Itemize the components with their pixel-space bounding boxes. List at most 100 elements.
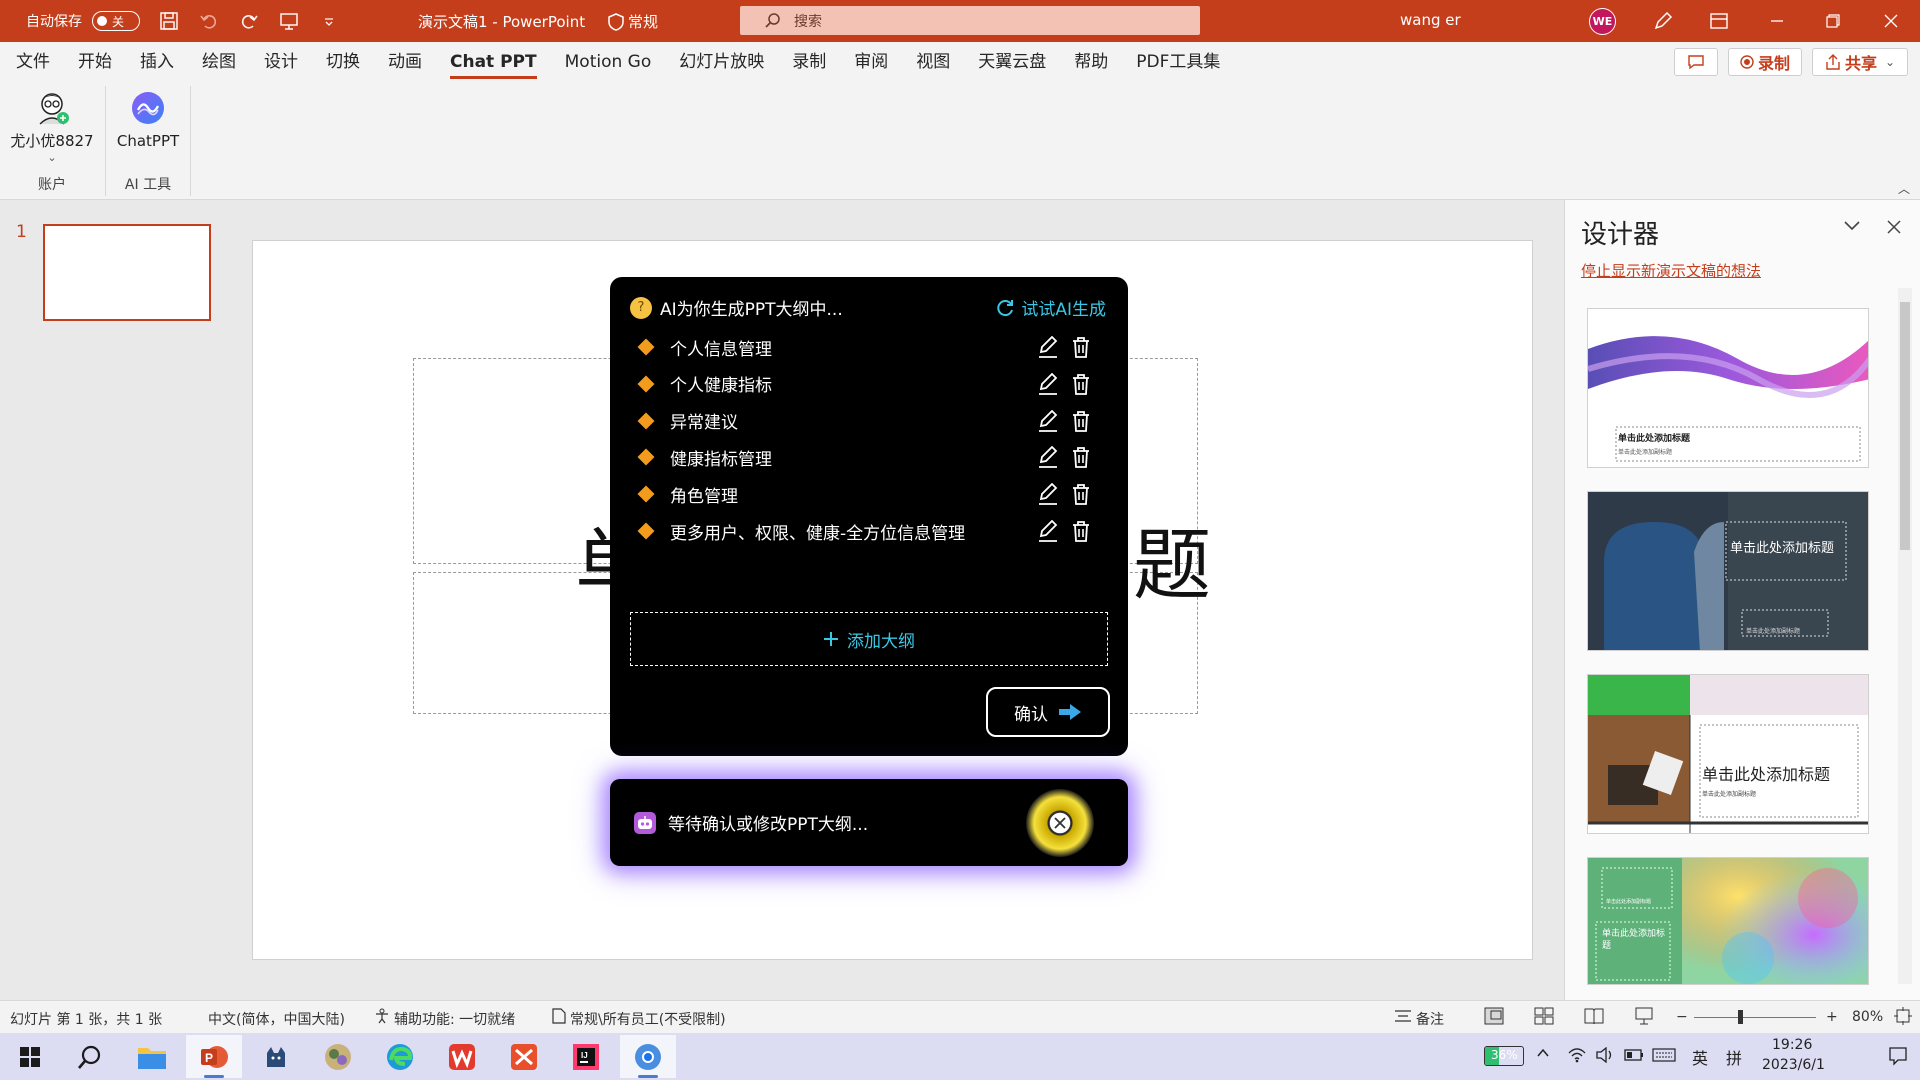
outline-item[interactable]: 更多用户、权限、健康-全方位信息管理 [637,514,1110,548]
powerpoint-taskbar-icon[interactable]: P [186,1035,242,1078]
search-icon[interactable] [62,1035,118,1078]
keyboard-icon[interactable] [1652,1048,1676,1062]
language-status[interactable]: 中文(简体，中国大陆) [208,1009,345,1029]
volume-icon[interactable] [1596,1047,1614,1063]
tab-8[interactable]: Motion Go [551,42,666,82]
ribbon-display-icon[interactable] [1708,10,1730,32]
ime-language[interactable]: 英 [1692,1045,1708,1069]
retry-ai-button[interactable]: 试试AI生成 [995,295,1106,320]
notification-icon[interactable] [1888,1046,1908,1066]
present-icon[interactable] [278,10,300,32]
search-box[interactable]: 搜索 [740,6,1200,35]
clock-date[interactable]: 2023/6/1 [1762,1057,1825,1073]
add-outline-button[interactable]: 添加大纲 [630,612,1108,666]
edit-icon[interactable] [1038,336,1058,358]
delete-icon[interactable] [1072,520,1090,542]
file-explorer-icon[interactable] [124,1035,180,1078]
stop-ideas-link[interactable]: 停止显示新演示文稿的想法 [1581,260,1761,281]
chatppt-logo-icon[interactable] [130,90,166,126]
tab-15[interactable]: PDF工具集 [1122,42,1234,82]
designer-scrollbar[interactable] [1898,288,1912,984]
chatppt-button[interactable]: ChatPPT [117,132,179,150]
xmind-icon[interactable] [496,1035,552,1078]
chevron-down-icon[interactable]: ⌄ [47,151,56,164]
customize-qat-icon[interactable] [318,10,340,32]
normal-view-icon[interactable] [1484,1007,1504,1025]
undo-icon[interactable] [198,10,220,32]
tab-5[interactable]: 切换 [312,42,374,82]
wps-icon[interactable] [434,1035,490,1078]
edit-icon[interactable] [1038,520,1058,542]
share-button[interactable]: 共享 ⌄ [1812,48,1908,76]
tab-14[interactable]: 帮助 [1060,42,1122,82]
edit-icon[interactable] [1038,372,1058,395]
reading-view-icon[interactable] [1584,1007,1604,1025]
edge-icon[interactable] [372,1035,428,1078]
zoom-slider[interactable] [1694,1010,1816,1024]
edit-icon[interactable] [1038,446,1058,469]
tab-9[interactable]: 幻灯片放映 [665,42,778,82]
fit-slide-icon[interactable] [1894,1007,1912,1025]
accessibility-status[interactable]: 辅助功能: 一切就绪 [394,1009,515,1029]
save-icon[interactable] [158,10,180,32]
autosave-toggle[interactable]: 关 [92,11,140,31]
ime-mode[interactable]: 拼 [1726,1045,1742,1069]
outline-item[interactable]: 个人健康指标 [637,367,1110,401]
delete-icon[interactable] [1072,483,1090,506]
tab-12[interactable]: 视图 [902,42,964,82]
restore-icon[interactable] [1822,10,1844,32]
outline-item[interactable]: 健康指标管理 [637,440,1110,474]
slide-thumbnail[interactable] [43,224,211,321]
collapse-ribbon-icon[interactable]: ︿ [1898,180,1910,197]
delete-icon[interactable] [1072,373,1090,395]
chevron-up-icon[interactable] [1536,1046,1550,1060]
account-avatar-icon[interactable] [34,90,70,126]
outline-item[interactable]: 个人信息管理 [637,330,1110,364]
zoom-level[interactable]: 80% [1852,1009,1883,1025]
edit-icon[interactable] [1038,409,1058,432]
close-pane-icon[interactable] [1887,220,1901,234]
account-button[interactable]: 尤小优8827 [10,130,93,151]
outline-item[interactable]: 角色管理 [637,477,1110,511]
start-icon[interactable] [2,1035,58,1078]
battery-icon[interactable] [1624,1048,1644,1062]
jetbrains-icon[interactable]: IJ [558,1035,614,1078]
slide-sorter-icon[interactable] [1534,1007,1554,1025]
sensitivity-label[interactable]: 常规 [608,11,658,32]
clock-time[interactable]: 19:26 [1772,1037,1812,1053]
design-idea-1[interactable]: 单击此处添加标题 单击此处添加副标题 [1587,308,1869,468]
sensitivity-status[interactable]: 常规\所有员工(不受限制) [570,1009,726,1029]
chrome-icon[interactable] [620,1035,676,1078]
tab-3[interactable]: 绘图 [188,42,250,82]
notes-button[interactable]: 备注 [1416,1009,1444,1029]
delete-icon[interactable] [1072,410,1090,432]
outline-item[interactable]: 异常建议 [637,404,1110,438]
cat-app-icon[interactable] [248,1035,304,1078]
slideshow-icon[interactable] [1634,1007,1654,1025]
tab-2[interactable]: 插入 [126,42,188,82]
tab-4[interactable]: 设计 [250,42,312,82]
minimize-icon[interactable] [1766,10,1788,32]
design-idea-3[interactable]: 单击此处添加标题 单击此处添加副标题 [1587,674,1869,834]
zoom-out-icon[interactable]: − [1676,1009,1688,1025]
cancel-disc-button[interactable] [1026,789,1094,857]
tab-1[interactable]: 开始 [64,42,126,82]
tab-13[interactable]: 天翼云盘 [964,42,1060,82]
photo-app-icon[interactable] [310,1035,366,1078]
chevron-down-icon[interactable] [1843,220,1861,232]
tab-11[interactable]: 审阅 [840,42,902,82]
design-idea-2[interactable]: 单击此处添加标题 单击此处添加副标题 [1587,491,1869,651]
record-button[interactable]: 录制 [1728,48,1802,76]
user-name[interactable]: wang er [1400,11,1461,29]
zoom-in-icon[interactable]: + [1826,1009,1838,1025]
tab-7[interactable]: Chat PPT [436,42,551,82]
pen-icon[interactable] [1652,10,1674,32]
tab-0[interactable]: 文件 [0,42,64,82]
avatar[interactable]: WE [1589,8,1616,35]
battery-indicator[interactable]: 36% [1484,1046,1524,1066]
confirm-button[interactable]: 确认 [986,687,1110,737]
wifi-icon[interactable] [1568,1047,1586,1063]
close-icon[interactable] [1880,10,1902,32]
tab-10[interactable]: 录制 [778,42,840,82]
tab-6[interactable]: 动画 [374,42,436,82]
